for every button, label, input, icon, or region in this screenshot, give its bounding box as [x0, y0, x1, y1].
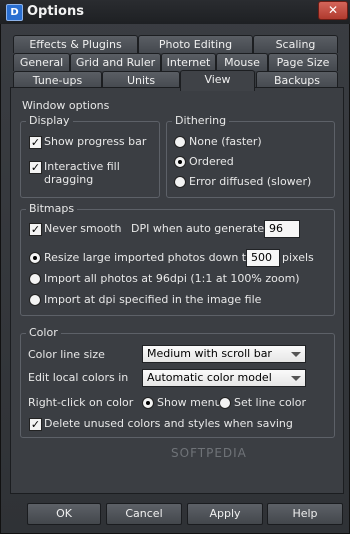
import-file-dpi-radio[interactable] [29, 294, 41, 306]
interactive-fill-checkbox[interactable]: ✓ [29, 161, 42, 174]
edit-local-colors-label: Edit local colors in [28, 371, 129, 384]
color-line-size-label: Color line size [28, 348, 105, 361]
right-click-label: Right-click on color [28, 396, 134, 409]
tab-internet[interactable]: Internet [161, 53, 216, 71]
interactive-fill-label-line1: Interactive fill [44, 160, 120, 173]
ok-button[interactable]: OK [27, 503, 101, 525]
color-line-size-select[interactable]: Medium with scroll bar [142, 345, 306, 363]
display-legend: Display [26, 114, 73, 127]
show-menu-label: Show menu [157, 396, 222, 409]
apply-button[interactable]: Apply [187, 503, 263, 525]
tab-general[interactable]: General [13, 53, 70, 71]
tab-view[interactable]: View [180, 70, 255, 91]
resize-photos-label: Resize large imported photos down to [44, 251, 253, 264]
import-file-dpi-label: Import at dpi specified in the image fil… [44, 293, 262, 306]
help-button[interactable]: Help [267, 503, 343, 525]
bitmaps-legend: Bitmaps [26, 202, 78, 215]
dither-ordered-label: Ordered [189, 155, 234, 168]
title-bar: D Options ✕ [0, 0, 350, 24]
set-line-color-label: Set line color [234, 396, 306, 409]
delete-unused-label: Delete unused colors and styles when sav… [44, 417, 293, 430]
tab-scaling[interactable]: Scaling [253, 35, 338, 53]
edit-local-colors-select[interactable]: Automatic color model [142, 369, 306, 387]
resize-photos-radio[interactable] [29, 252, 41, 264]
tab-page-size[interactable]: Page Size [268, 53, 338, 71]
never-smooth-checkbox[interactable]: ✓ [29, 223, 42, 236]
dither-none-label: None (faster) [189, 135, 262, 148]
window-title: Options [27, 4, 84, 19]
import-96dpi-label: Import all photos at 96dpi (1:1 at 100% … [44, 272, 300, 285]
import-96dpi-radio[interactable] [29, 273, 41, 285]
tab-effects-plugins[interactable]: Effects & Plugins [13, 35, 138, 53]
app-logo-icon: D [6, 4, 23, 21]
show-progress-bar-checkbox[interactable]: ✓ [29, 136, 42, 149]
tab-photo-editing[interactable]: Photo Editing [138, 35, 253, 53]
window-options-heading: Window options [22, 99, 110, 112]
color-legend: Color [26, 326, 61, 339]
delete-unused-checkbox[interactable]: ✓ [29, 418, 42, 431]
dpi-auto-label: DPI when auto generated [131, 222, 272, 235]
softpedia-watermark: SOFTPEDIA [171, 446, 247, 460]
never-smooth-label: Never smooth [44, 222, 122, 235]
view-tab-page: Window options Display ✓ Show progress b… [10, 87, 344, 494]
chevron-down-icon [291, 376, 301, 381]
tab-mouse[interactable]: Mouse [216, 53, 268, 71]
color-line-size-value: Medium with scroll bar [147, 347, 272, 360]
dither-ordered-radio[interactable] [174, 156, 186, 168]
interactive-fill-label-line2: dragging [44, 173, 94, 186]
dither-none-radio[interactable] [174, 136, 186, 148]
show-progress-bar-label: Show progress bar [44, 135, 147, 148]
chevron-down-icon [291, 352, 301, 357]
dithering-legend: Dithering [172, 114, 230, 127]
dither-error-diffused-label: Error diffused (slower) [189, 175, 312, 188]
edit-local-colors-value: Automatic color model [147, 371, 272, 384]
options-dialog: D Options ✕ Effects & Plugins Photo Edit… [0, 0, 350, 534]
dither-error-diffused-radio[interactable] [174, 176, 186, 188]
resize-pixels-input[interactable]: 500 [246, 249, 280, 267]
close-icon[interactable]: ✕ [318, 1, 348, 20]
dpi-auto-input[interactable]: 96 [264, 220, 300, 238]
cancel-button[interactable]: Cancel [106, 503, 182, 525]
set-line-color-radio[interactable] [219, 397, 231, 409]
resize-pixels-unit: pixels [282, 251, 314, 264]
show-menu-radio[interactable] [142, 397, 154, 409]
tab-grid-and-ruler[interactable]: Grid and Ruler [70, 53, 161, 71]
